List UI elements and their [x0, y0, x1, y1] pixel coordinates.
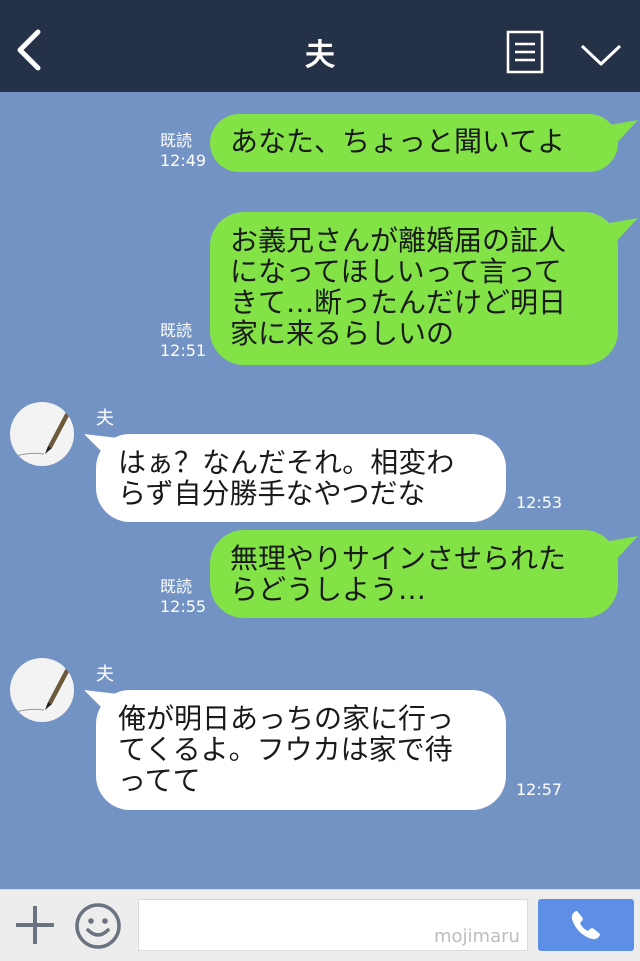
- message-text-line: 俺が明日あっちの家に行っ: [118, 702, 455, 735]
- message-input[interactable]: [138, 899, 528, 951]
- message-bubble[interactable]: 無理やりサインさせられた らどうしよう…: [210, 530, 618, 618]
- bubble-tail: [604, 536, 638, 564]
- message-time: 12:51: [160, 341, 207, 360]
- chevron-down-icon[interactable]: [576, 36, 626, 72]
- message-bubble[interactable]: 俺が明日あっちの家に行っ てくるよ。フウカは家で待 ってて: [96, 690, 506, 810]
- message-text-line: らず自分勝手なやつだな: [118, 477, 426, 510]
- message-text-line: はぁ？なんだそれ。相変わ: [118, 446, 455, 479]
- bubble-tail: [604, 218, 638, 246]
- message-bubble[interactable]: はぁ？なんだそれ。相変わ らず自分勝手なやつだな: [96, 434, 506, 522]
- read-status: 既読: [160, 577, 193, 596]
- message-text-line: になってほしいって言って: [230, 255, 562, 288]
- bubble-tail: [604, 120, 638, 148]
- menu-list-icon[interactable]: [506, 30, 544, 74]
- message-text-line: 無理やりサインさせられた: [230, 542, 567, 575]
- sender-name: 夫: [96, 408, 114, 429]
- read-status: 既読: [160, 131, 193, 150]
- message-time: 12:57: [516, 780, 563, 799]
- input-bar: mojimaru: [0, 889, 640, 961]
- message-bubble[interactable]: お義兄さんが離婚届の証人 になってほしいって言って きて…断ったんだけど明日 家…: [210, 212, 618, 365]
- message-text-line: てくるよ。フウカは家で待: [118, 733, 453, 766]
- message-time: 12:53: [516, 493, 563, 512]
- message-text-line: きて…断ったんだけど明日: [230, 286, 567, 319]
- message-bubble[interactable]: あなた、ちょっと聞いてよ: [210, 114, 618, 172]
- message-text-line: らどうしよう…: [230, 573, 427, 606]
- message-text-line: ってて: [118, 764, 201, 797]
- pen-avatar-icon[interactable]: [10, 402, 74, 466]
- chat-title: 夫: [305, 38, 335, 73]
- sender-name: 夫: [96, 664, 114, 685]
- message-text: あなた、ちょっと聞いてよ: [230, 125, 566, 158]
- smiley-icon[interactable]: [74, 902, 122, 950]
- message-time: 12:55: [160, 597, 207, 616]
- message-text-line: 家に来るらしいの: [230, 317, 455, 350]
- pen-avatar-icon[interactable]: [10, 658, 74, 722]
- back-arrow-icon[interactable]: [12, 28, 48, 72]
- message-text-line: お義兄さんが離婚届の証人: [230, 224, 567, 257]
- read-status: 既読: [160, 321, 193, 340]
- chat-header: 夫: [0, 0, 640, 92]
- call-button[interactable]: [538, 899, 634, 951]
- phone-icon: [571, 911, 600, 940]
- plus-icon[interactable]: [14, 904, 56, 946]
- message-time: 12:49: [160, 151, 207, 170]
